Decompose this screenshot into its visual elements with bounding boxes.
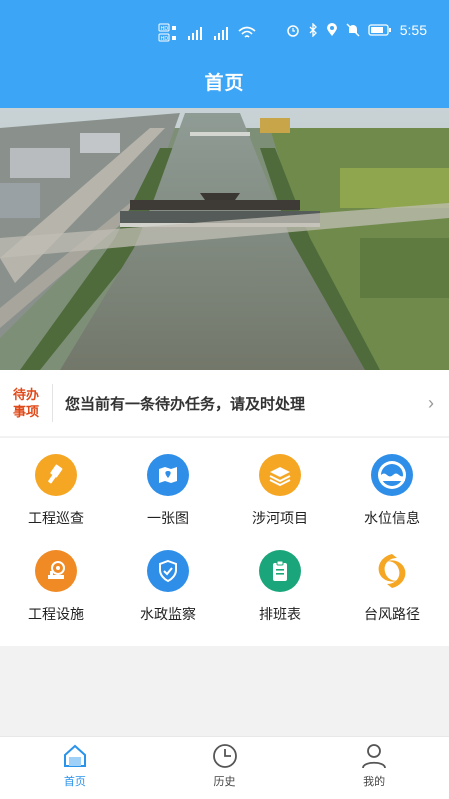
- todo-tag-line2: 事项: [12, 404, 39, 419]
- tab-label: 首页: [63, 776, 86, 788]
- tab-home[interactable]: 首页: [0, 737, 150, 799]
- typhoon-icon: [371, 550, 413, 592]
- signal-5g-icon: [188, 27, 202, 40]
- tab-label: 历史: [213, 776, 236, 788]
- grid-label: 排班表: [259, 606, 301, 622]
- aerial-river-bridge-photo: [0, 108, 449, 370]
- function-grid: 工程巡查 一张图 涉河项目 水位信息 工程设施 水政监察 排班表 台风路径: [0, 438, 449, 646]
- grid-item-water-level[interactable]: 水位信息: [336, 454, 448, 550]
- mute-icon: [346, 23, 360, 37]
- bluetooth-icon: [309, 23, 317, 37]
- home-icon: [63, 744, 86, 767]
- todo-tag-line1: 待办: [12, 387, 39, 402]
- grid-label: 工程巡查: [28, 510, 84, 526]
- clipboard-icon: [259, 550, 301, 592]
- status-left: HD HD: [158, 22, 256, 44]
- clock-icon: [212, 744, 237, 768]
- tab-mine[interactable]: 我的: [299, 737, 449, 799]
- flashlight-icon: [35, 454, 77, 496]
- grid-item-schedule[interactable]: 排班表: [224, 550, 336, 646]
- alarm-icon: [287, 25, 299, 37]
- grid-item-water-supervision[interactable]: 水政监察: [112, 550, 224, 646]
- grid-item-engineering-facilities[interactable]: 工程设施: [0, 550, 112, 646]
- status-time: 5:55: [399, 22, 427, 38]
- map-pin-icon: [147, 454, 189, 496]
- shield-icon: [147, 550, 189, 592]
- grid-label: 涉河项目: [252, 510, 308, 526]
- status-bar: HD HD 5:55: [0, 18, 449, 48]
- app-header: HD HD 5:55 首页: [0, 0, 449, 108]
- wifi-icon: [238, 26, 256, 38]
- bottom-tab-bar: 首页 历史 我的: [0, 736, 449, 799]
- tab-history[interactable]: 历史: [150, 737, 300, 799]
- todo-message: 您当前有一条待办任务，请及时处理: [65, 395, 306, 413]
- signal-4g-icon: [214, 27, 228, 40]
- page-title: 首页: [204, 73, 245, 94]
- grid-item-engineering-patrol[interactable]: 工程巡查: [0, 454, 112, 550]
- svg-text:HD: HD: [161, 26, 169, 32]
- tab-label: 我的: [363, 776, 386, 788]
- todo-tag: 待办 事项: [0, 386, 52, 420]
- grid-label: 水政监察: [140, 606, 196, 622]
- water-level-icon: [371, 454, 413, 496]
- banner-image[interactable]: [0, 108, 449, 370]
- status-right: 5:55: [286, 22, 427, 38]
- location-icon: [326, 23, 337, 36]
- grid-label: 工程设施: [28, 606, 84, 622]
- grid-label: 一张图: [147, 510, 189, 526]
- chevron-right-icon[interactable]: ›: [413, 393, 449, 414]
- grid-item-typhoon-path[interactable]: 台风路径: [336, 550, 448, 646]
- user-icon: [362, 744, 387, 769]
- grid-label: 台风路径: [364, 606, 420, 622]
- grid-item-one-map[interactable]: 一张图: [112, 454, 224, 550]
- grid-label: 水位信息: [364, 510, 420, 526]
- hd-signal-icon: HD HD: [158, 23, 176, 42]
- layers-icon: [259, 454, 301, 496]
- svg-text:HD: HD: [161, 36, 169, 42]
- battery-icon: [368, 24, 391, 36]
- grid-item-river-projects[interactable]: 涉河项目: [224, 454, 336, 550]
- todo-notice[interactable]: 待办 事项 您当前有一条待办任务，请及时处理 ›: [0, 370, 449, 436]
- facility-icon: [35, 550, 77, 592]
